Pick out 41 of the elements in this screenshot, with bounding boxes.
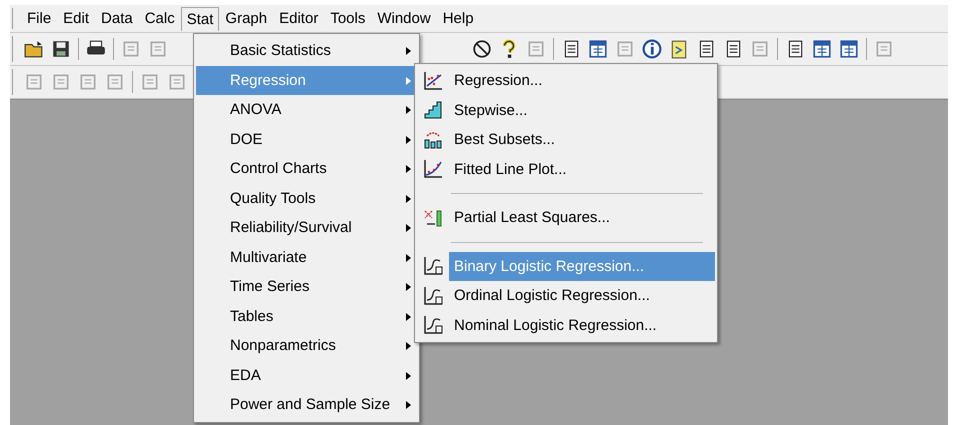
sigmoid-curve-icon [423,256,443,276]
menu-item[interactable]: Help [436,6,480,31]
menu-item[interactable]: Data [95,6,139,31]
cancel-icon[interactable] [472,39,492,59]
menu-item[interactable]: Graph [219,6,274,31]
menu-item[interactable]: Ordinal Logistic Regression... [449,281,715,310]
menu-item[interactable]: Partial Least Squares... [449,203,715,232]
table-icon[interactable] [839,39,859,59]
menu-item[interactable]: Tables [196,302,417,331]
menu-item[interactable]: Basic Statistics [196,36,417,66]
menu-item[interactable]: Best Subsets... [449,125,715,154]
menu-item[interactable]: Control Charts [196,154,417,184]
menu-item[interactable]: Quality Tools [196,184,417,213]
menu-item[interactable]: Stat [180,6,220,30]
menu-item[interactable]: Edit [57,6,96,31]
save-icon[interactable] [51,39,71,59]
menu-item[interactable]: ANOVA [196,95,417,124]
menu-item[interactable]: Time Series [196,272,417,302]
notepad-icon[interactable] [669,39,689,59]
menu-item[interactable]: Stepwise... [449,96,715,125]
menu-item[interactable]: Tools [324,6,372,31]
sigmoid-curve-icon [423,315,443,336]
open-folder-icon[interactable] [24,39,44,59]
menu-item[interactable]: Power and Sample Size [196,390,417,420]
menu-item[interactable]: Multivariate [196,242,417,272]
menu-item[interactable]: Regression... [449,66,715,96]
table-icon[interactable] [812,39,832,59]
sigmoid-curve-icon [423,286,443,306]
info-icon[interactable] [642,39,662,59]
menu-item[interactable]: EDA [196,360,417,390]
menu-item[interactable]: Fitted Line Plot... [449,154,715,184]
menu-item[interactable]: Window [371,6,437,31]
menu-item[interactable]: Nonparametrics [196,331,417,360]
menu-item[interactable]: Calc [138,6,181,31]
menu-item[interactable]: File [21,6,58,31]
menu-item[interactable]: DOE [196,124,417,154]
stairs-icon [423,100,443,120]
menu-item[interactable]: Reliability/Survival [196,213,417,242]
menu-item[interactable]: Nominal Logistic Regression... [449,310,715,340]
bar-icon [423,130,443,150]
menu-item[interactable]: Editor [273,6,324,31]
